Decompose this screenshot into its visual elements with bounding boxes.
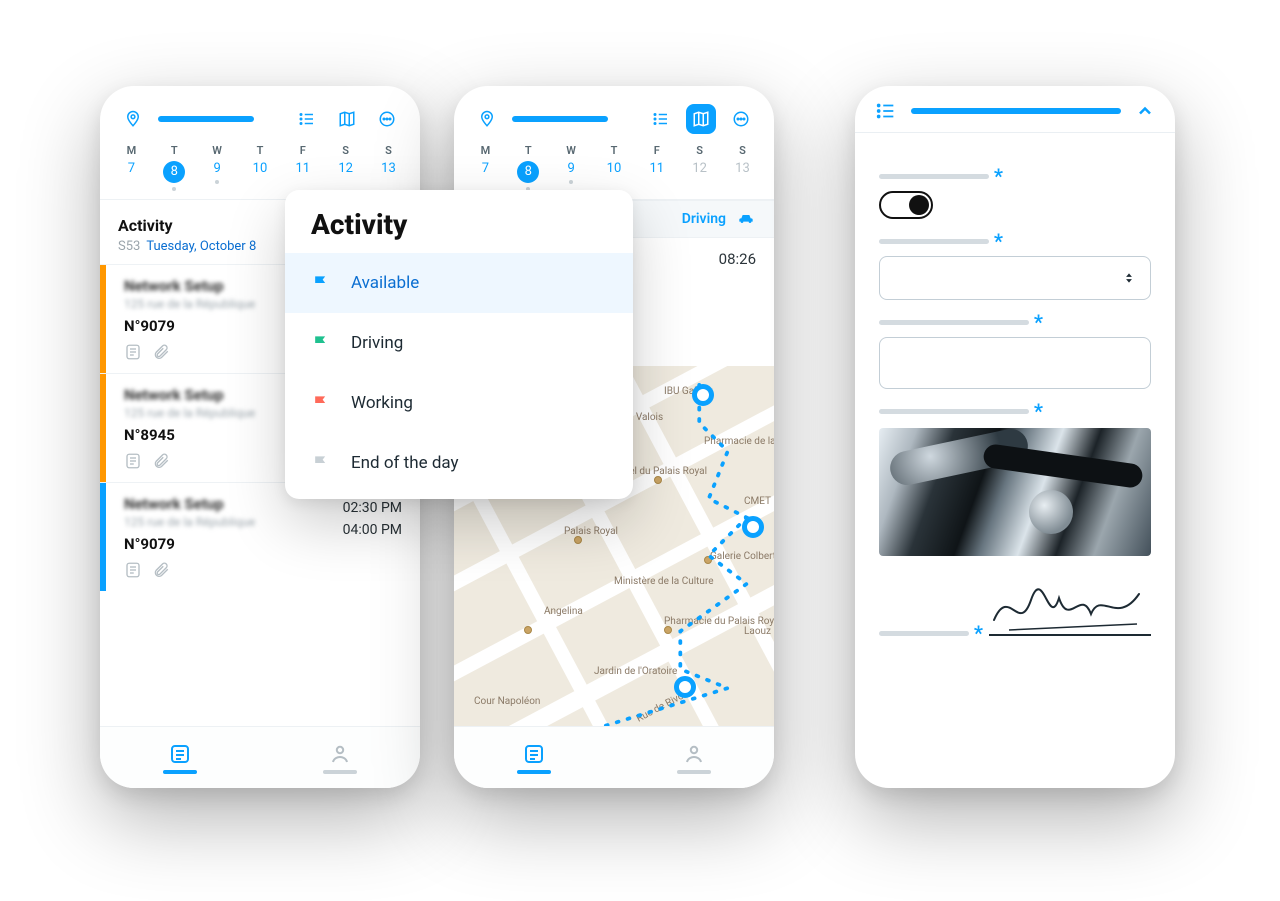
field-label: * bbox=[879, 631, 969, 636]
more-icon[interactable] bbox=[726, 104, 756, 134]
flag-icon bbox=[311, 333, 331, 353]
activity-option-available[interactable]: Available bbox=[285, 253, 633, 313]
tab-jobs[interactable] bbox=[454, 727, 614, 788]
list-icon bbox=[875, 100, 897, 122]
form: * * * * * bbox=[855, 140, 1175, 788]
flag-icon bbox=[311, 393, 331, 413]
activity-option-end-of-day[interactable]: End of the day bbox=[285, 433, 633, 493]
phone-form: * * * * * bbox=[855, 86, 1175, 788]
status-text: Driving bbox=[682, 211, 726, 227]
page-title bbox=[158, 116, 254, 122]
field-label: * bbox=[879, 320, 1029, 325]
toggle-switch[interactable] bbox=[879, 191, 933, 219]
map-icon[interactable] bbox=[686, 104, 716, 134]
activity-option-working[interactable]: Working bbox=[285, 373, 633, 433]
note-icon bbox=[124, 452, 142, 470]
section-title bbox=[911, 108, 1121, 114]
note-icon bbox=[124, 343, 142, 361]
topbar bbox=[454, 86, 774, 144]
tab-profile[interactable] bbox=[260, 727, 420, 788]
flag-icon bbox=[311, 453, 331, 473]
route-stop[interactable] bbox=[674, 676, 696, 698]
activity-popover: Activity Available Driving Working End o… bbox=[285, 190, 633, 499]
note-icon bbox=[124, 561, 142, 579]
select-input[interactable] bbox=[879, 256, 1151, 300]
map-icon[interactable] bbox=[332, 104, 362, 134]
list-icon[interactable] bbox=[292, 104, 322, 134]
page-title bbox=[512, 116, 608, 122]
flag-icon bbox=[311, 273, 331, 293]
location-icon[interactable] bbox=[118, 104, 148, 134]
car-icon bbox=[736, 211, 756, 227]
signature-field[interactable] bbox=[989, 580, 1151, 636]
chevron-up-icon bbox=[1135, 101, 1155, 121]
route-stop[interactable] bbox=[742, 516, 764, 538]
field-label: * bbox=[879, 174, 989, 179]
tab-profile[interactable] bbox=[614, 727, 774, 788]
field-label: * bbox=[879, 239, 989, 244]
location-icon[interactable] bbox=[472, 104, 502, 134]
field-label: * bbox=[879, 409, 1029, 414]
tab-bar bbox=[454, 726, 774, 788]
activity-option-driving[interactable]: Driving bbox=[285, 313, 633, 373]
topbar bbox=[100, 86, 420, 144]
photo-attachment[interactable] bbox=[879, 428, 1151, 556]
popover-title: Activity bbox=[311, 208, 633, 241]
tab-jobs[interactable] bbox=[100, 727, 260, 788]
list-icon[interactable] bbox=[646, 104, 676, 134]
attachment-icon bbox=[152, 343, 170, 361]
signature-icon bbox=[989, 580, 1149, 636]
text-input[interactable] bbox=[879, 337, 1151, 389]
accordion-header[interactable] bbox=[855, 86, 1175, 133]
tab-bar bbox=[100, 726, 420, 788]
sort-caret-icon bbox=[1122, 269, 1136, 287]
attachment-icon bbox=[152, 452, 170, 470]
more-icon[interactable] bbox=[372, 104, 402, 134]
attachment-icon bbox=[152, 561, 170, 579]
route-stop[interactable] bbox=[692, 384, 714, 406]
